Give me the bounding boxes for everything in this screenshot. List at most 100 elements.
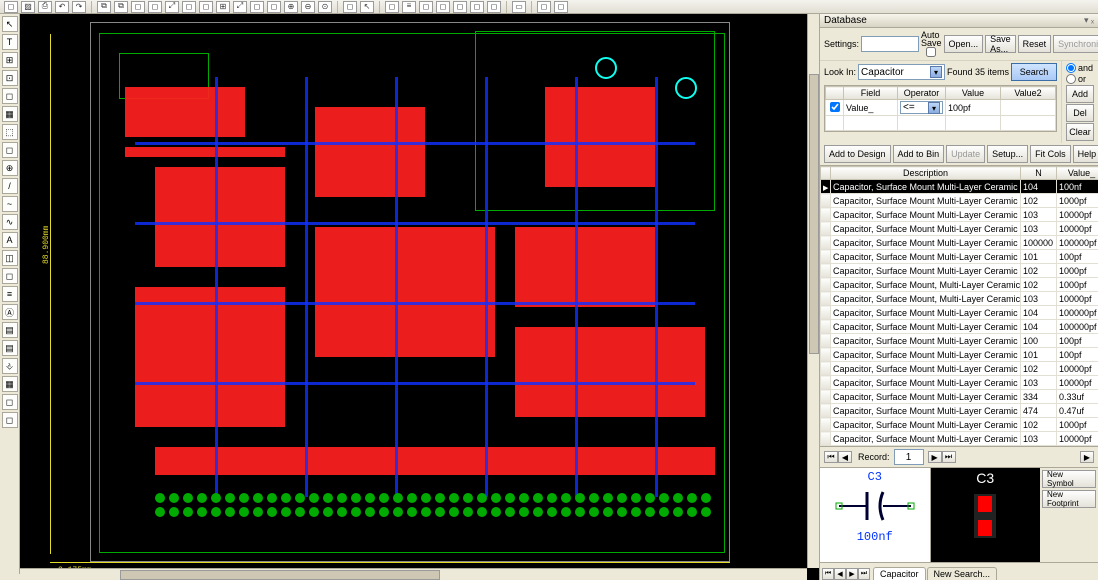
toolbar-button[interactable]: ◻: [182, 1, 196, 13]
tool-button[interactable]: A: [2, 232, 18, 248]
tool-button[interactable]: ⊕: [2, 160, 18, 176]
new-footprint-button[interactable]: New Footprint: [1042, 490, 1096, 508]
tab-capacitor[interactable]: Capacitor: [873, 567, 926, 580]
toolbar-button[interactable]: ◻: [554, 1, 568, 13]
table-row[interactable]: Capacitor, Surface Mount Multi-Layer Cer…: [821, 180, 1098, 194]
toolbar-button[interactable]: ↶: [55, 1, 69, 13]
tool-button[interactable]: ≡: [2, 286, 18, 302]
tool-button[interactable]: ◫: [2, 250, 18, 266]
tool-button[interactable]: Ⓐ: [2, 304, 18, 320]
tool-button[interactable]: ~: [2, 196, 18, 212]
op-select[interactable]: <=▾: [900, 101, 943, 114]
toolbar-button[interactable]: ≡: [402, 1, 416, 13]
add-to-bin-button[interactable]: Add to Bin: [893, 145, 945, 163]
open-button[interactable]: Open...: [944, 35, 984, 53]
table-row[interactable]: Capacitor, Surface Mount Multi-Layer Cer…: [821, 320, 1098, 334]
tool-button[interactable]: ▦: [2, 106, 18, 122]
toolbar-button[interactable]: ◻: [4, 1, 18, 13]
vscrollbar[interactable]: [807, 14, 819, 568]
tab-scroll-left2[interactable]: ⏮: [822, 568, 834, 580]
table-row[interactable]: Capacitor, Surface Mount Multi-Layer Cer…: [821, 334, 1098, 348]
tab-scroll-right2[interactable]: ⏭: [858, 568, 870, 580]
toolbar-button[interactable]: ◻: [436, 1, 450, 13]
or-radio[interactable]: or: [1066, 74, 1094, 84]
tool-button[interactable]: ⬚: [2, 124, 18, 140]
tool-button[interactable]: ⊡: [2, 70, 18, 86]
toolbar-button[interactable]: ◻: [470, 1, 484, 13]
table-row[interactable]: Capacitor, Surface Mount Multi-Layer Cer…: [821, 194, 1098, 208]
table-row[interactable]: Capacitor, Surface Mount Multi-Layer Cer…: [821, 446, 1098, 448]
tab-scroll-left[interactable]: ◀: [834, 568, 846, 580]
update-button[interactable]: Update: [946, 145, 985, 163]
table-row[interactable]: Capacitor, Surface Mount Multi-Layer Cer…: [821, 362, 1098, 376]
toolbar-button[interactable]: ◻: [453, 1, 467, 13]
add-to-design-button[interactable]: Add to Design: [824, 145, 891, 163]
criteria-grid[interactable]: Field Operator Value Value2 Value_ <=▾ 1…: [824, 85, 1057, 132]
hscrollbar[interactable]: [20, 568, 807, 580]
fitcols-button[interactable]: Fit Cols: [1030, 145, 1071, 163]
toolbar-button[interactable]: ⧉: [97, 1, 111, 13]
record-num[interactable]: [894, 449, 924, 465]
table-row[interactable]: Capacitor, Surface Mount Multi-Layer Cer…: [821, 208, 1098, 222]
toolbar-button[interactable]: ⎙: [38, 1, 52, 13]
and-radio[interactable]: and: [1066, 63, 1094, 73]
toolbar-button[interactable]: ⤢: [165, 1, 179, 13]
table-row[interactable]: Capacitor, Surface Mount Multi-Layer Cer…: [821, 390, 1098, 404]
setup-button[interactable]: Setup...: [987, 145, 1028, 163]
table-row[interactable]: Capacitor, Surface Mount Multi-Layer Cer…: [821, 348, 1098, 362]
add-crit-button[interactable]: Add: [1066, 85, 1094, 103]
nav-prev[interactable]: ◀: [838, 451, 852, 463]
toolbar-button[interactable]: ↖: [360, 1, 374, 13]
tool-button[interactable]: ◻: [2, 394, 18, 410]
table-row[interactable]: Capacitor, Surface Mount, Multi-Layer Ce…: [821, 278, 1098, 292]
tool-button[interactable]: ◻: [2, 412, 18, 428]
tool-button[interactable]: ◻: [2, 268, 18, 284]
toolbar-button[interactable]: ↷: [72, 1, 86, 13]
tab-new-search[interactable]: New Search...: [927, 567, 998, 580]
toolbar-button[interactable]: ◻: [199, 1, 213, 13]
tool-button[interactable]: ◻: [2, 142, 18, 158]
search-button[interactable]: Search: [1011, 63, 1057, 81]
tool-button[interactable]: ⊞: [2, 52, 18, 68]
toolbar-button[interactable]: ▨: [21, 1, 35, 13]
table-row[interactable]: Capacitor, Surface Mount Multi-Layer Cer…: [821, 264, 1098, 278]
nav-last[interactable]: ⏭: [942, 451, 956, 463]
toolbar-button[interactable]: ◻: [385, 1, 399, 13]
nav-next[interactable]: ▶: [928, 451, 942, 463]
autosave-check[interactable]: Auto Save: [921, 31, 942, 57]
table-row[interactable]: Capacitor, Surface Mount Multi-Layer Cer…: [821, 250, 1098, 264]
lookin-select[interactable]: Capacitor▾: [858, 64, 945, 80]
table-row[interactable]: Capacitor, Surface Mount Multi-Layer Cer…: [821, 418, 1098, 432]
table-row[interactable]: Capacitor, Surface Mount Multi-Layer Cer…: [821, 306, 1098, 320]
pin-icon[interactable]: ▾ ₓ: [1084, 15, 1094, 26]
toolbar-button[interactable]: ◻: [419, 1, 433, 13]
sync-button[interactable]: Synchronise: [1053, 35, 1098, 53]
tool-button[interactable]: ◻: [2, 88, 18, 104]
toolbar-button[interactable]: ◻: [343, 1, 357, 13]
tool-button[interactable]: /: [2, 178, 18, 194]
toolbar-button[interactable]: ◻: [267, 1, 281, 13]
clear-crit-button[interactable]: Clear: [1066, 123, 1094, 141]
toolbar-button[interactable]: ◻: [487, 1, 501, 13]
tool-button[interactable]: ▤: [2, 340, 18, 356]
table-row[interactable]: Capacitor, Surface Mount, Multi-Layer Ce…: [821, 292, 1098, 306]
toolbar-button[interactable]: ⊖: [301, 1, 315, 13]
toolbar-button[interactable]: ⊞: [216, 1, 230, 13]
criteria-check[interactable]: [830, 102, 840, 112]
tab-scroll-right[interactable]: ▶: [846, 568, 858, 580]
reset-button[interactable]: Reset: [1018, 35, 1052, 53]
toolbar-button[interactable]: ◻: [131, 1, 145, 13]
toolbar-button[interactable]: ◻: [250, 1, 264, 13]
tool-button[interactable]: ↖: [2, 16, 18, 32]
results-grid[interactable]: Description N Value_ TOL V Capacitor, Su…: [820, 165, 1098, 447]
toolbar-button[interactable]: ⧉: [114, 1, 128, 13]
tool-button[interactable]: ∿: [2, 214, 18, 230]
toolbar-button[interactable]: ▭: [512, 1, 526, 13]
toolbar-button[interactable]: ◻: [148, 1, 162, 13]
table-row[interactable]: Capacitor, Surface Mount Multi-Layer Cer…: [821, 236, 1098, 250]
toolbar-button[interactable]: ⊙: [318, 1, 332, 13]
tool-button[interactable]: ⎀: [2, 358, 18, 374]
tool-button[interactable]: T: [2, 34, 18, 50]
toolbar-button[interactable]: ⤢: [233, 1, 247, 13]
help-button[interactable]: Help: [1073, 145, 1098, 163]
